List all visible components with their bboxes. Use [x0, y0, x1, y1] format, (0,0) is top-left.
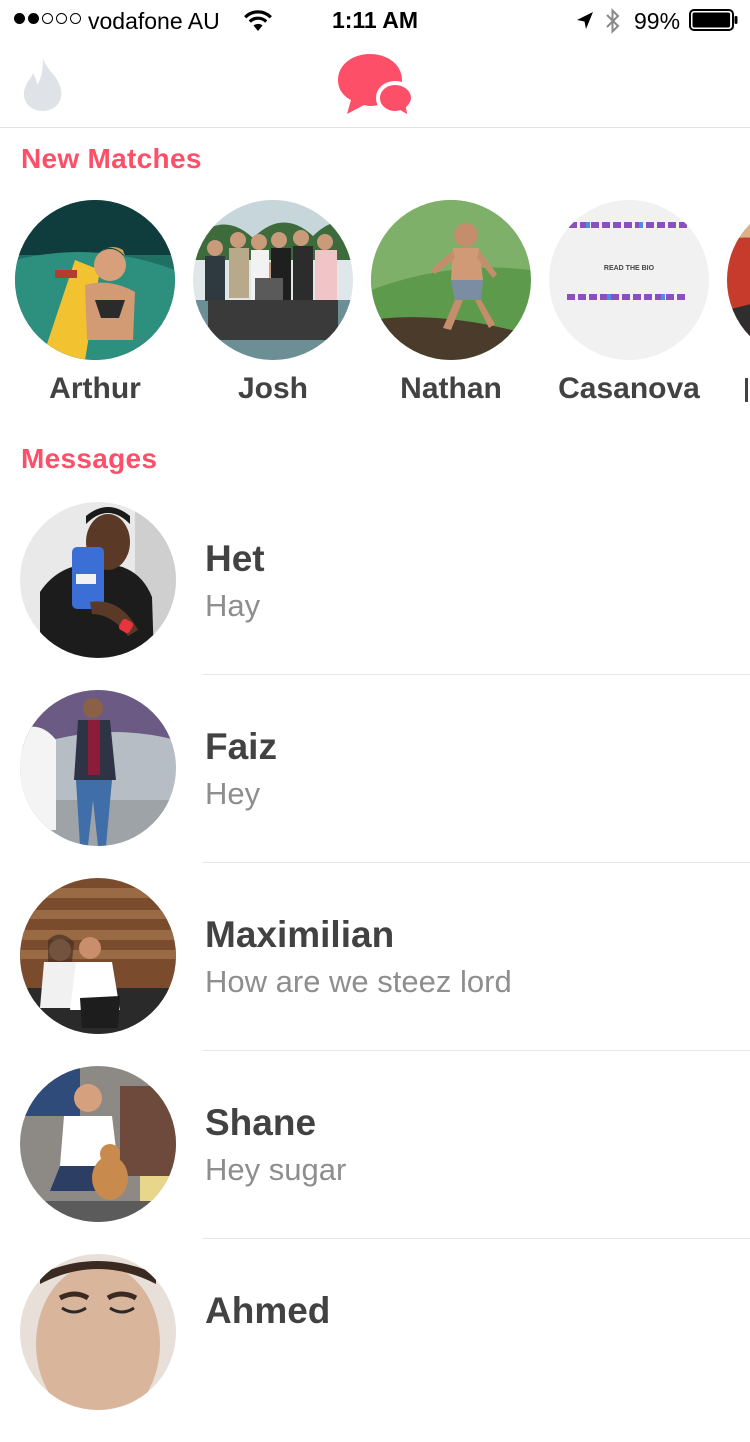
avatar[interactable] [20, 878, 176, 1034]
match-item-casanova[interactable]: READ THE BIO Casanova [549, 200, 709, 406]
avatar[interactable] [727, 200, 750, 360]
top-nav-bar [0, 40, 750, 128]
row-divider [203, 1050, 750, 1051]
avatar[interactable] [20, 1066, 176, 1222]
match-name: Josh [237, 372, 309, 405]
location-arrow-icon [575, 10, 595, 37]
chat-bubbles-icon[interactable] [336, 52, 416, 125]
row-divider [203, 1238, 750, 1239]
match-item-josh[interactable]: Josh [193, 200, 353, 406]
match-name: Casanova [558, 372, 700, 405]
match-name: Nathan [400, 372, 502, 405]
avatar[interactable] [20, 690, 176, 846]
message-row-ahmed[interactable]: Ahmed [0, 1254, 750, 1442]
message-preview: How are we steez lord [205, 964, 512, 999]
match-name: Arthur [49, 372, 141, 405]
bluetooth-icon [604, 7, 622, 41]
message-sender-name: Het [205, 538, 265, 579]
avatar[interactable] [371, 200, 531, 360]
message-preview: Hey sugar [205, 1152, 347, 1187]
match-item-arthur[interactable]: Arthur [15, 200, 175, 406]
avatar[interactable]: READ THE BIO [549, 200, 709, 360]
message-row-shane[interactable]: Shane Hey sugar [0, 1066, 750, 1254]
message-row-het[interactable]: Het Hay [0, 502, 750, 690]
message-preview: Hay [205, 588, 261, 623]
row-divider [203, 674, 750, 675]
message-sender-name: Faiz [205, 726, 277, 767]
message-sender-name: Ahmed [205, 1290, 331, 1331]
casanova-bio-text: READ THE BIO [604, 265, 655, 272]
battery-icon [689, 9, 739, 37]
match-name [727, 372, 750, 406]
partial-name-fragment [745, 378, 748, 403]
match-item-partial[interactable] [727, 200, 750, 406]
message-sender-name: Shane [205, 1102, 317, 1143]
messages-title: Messages [21, 443, 158, 474]
match-item-nathan[interactable]: Nathan [371, 200, 531, 406]
avatar[interactable] [193, 200, 353, 360]
row-divider [203, 862, 750, 863]
avatar[interactable] [20, 502, 176, 658]
message-row-faiz[interactable]: Faiz Hey [0, 690, 750, 878]
message-row-maximilian[interactable]: Maximilian How are we steez lord [0, 878, 750, 1066]
battery-percent: 99% [634, 8, 681, 34]
flame-icon[interactable] [21, 56, 65, 117]
new-matches-carousel[interactable]: Arthur Josh Nathan READ THE BIO Casanova [0, 200, 750, 420]
status-bar: vodafone AU 1:11 AM 99% [0, 0, 750, 40]
avatar[interactable] [20, 1254, 176, 1410]
new-matches-title: New Matches [21, 143, 202, 174]
avatar[interactable] [15, 200, 175, 360]
message-sender-name: Maximilian [205, 914, 395, 955]
message-preview: Hey [205, 776, 261, 811]
